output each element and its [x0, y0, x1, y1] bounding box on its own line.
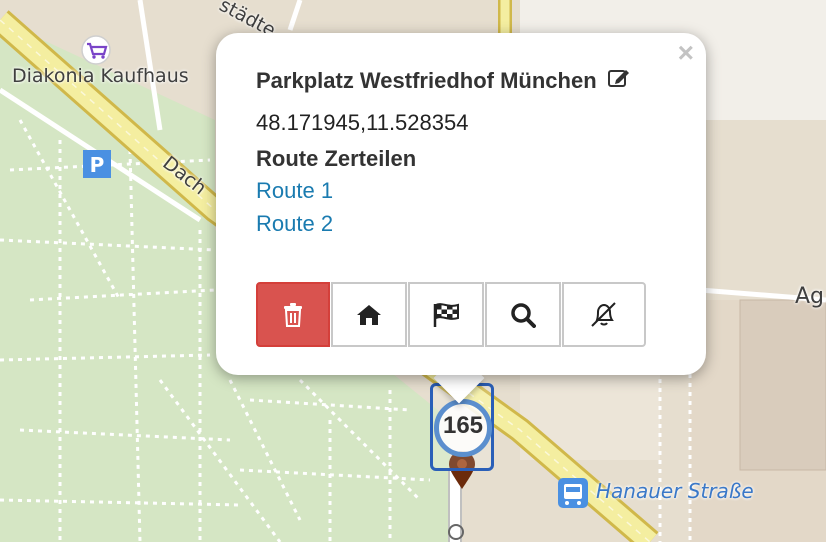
popup-coordinates: 48.171945,11.528354 [256, 110, 469, 135]
route-2-link[interactable]: Route 2 [256, 211, 333, 237]
flag-button[interactable] [408, 282, 484, 347]
edit-icon[interactable] [607, 67, 631, 95]
popup-action-buttons [256, 282, 647, 347]
bell-slash-icon [591, 301, 616, 327]
parking-icon[interactable]: P [83, 150, 111, 178]
label-diakonia-kaufhaus: Diakonia Kaufhaus [12, 65, 189, 87]
search-button[interactable] [485, 282, 561, 347]
cluster-count: 165 [442, 412, 484, 439]
popup-subtitle: Route Zerteilen [256, 146, 417, 171]
trash-icon [284, 302, 302, 327]
shopping-cart-icon[interactable] [81, 35, 111, 65]
bus-stop-icon[interactable] [558, 478, 588, 508]
popup-title-row: Parkplatz Westfriedhof München [256, 67, 631, 95]
svg-text:P: P [90, 153, 105, 177]
label-bus-stop: Hanauer Straße [596, 479, 754, 503]
location-popup: × Parkplatz Westfriedhof München 48.1719… [216, 33, 706, 375]
close-button[interactable]: × [678, 39, 694, 67]
popup-title: Parkplatz Westfriedhof München [256, 68, 597, 93]
delete-button[interactable] [256, 282, 330, 347]
notifications-off-button[interactable] [562, 282, 646, 347]
checkered-flag-icon [433, 302, 459, 327]
home-icon [357, 304, 381, 325]
home-button[interactable] [331, 282, 407, 347]
route-1-link[interactable]: Route 1 [256, 178, 333, 204]
search-icon [511, 302, 536, 328]
label-street-ag: Ag [795, 284, 825, 309]
